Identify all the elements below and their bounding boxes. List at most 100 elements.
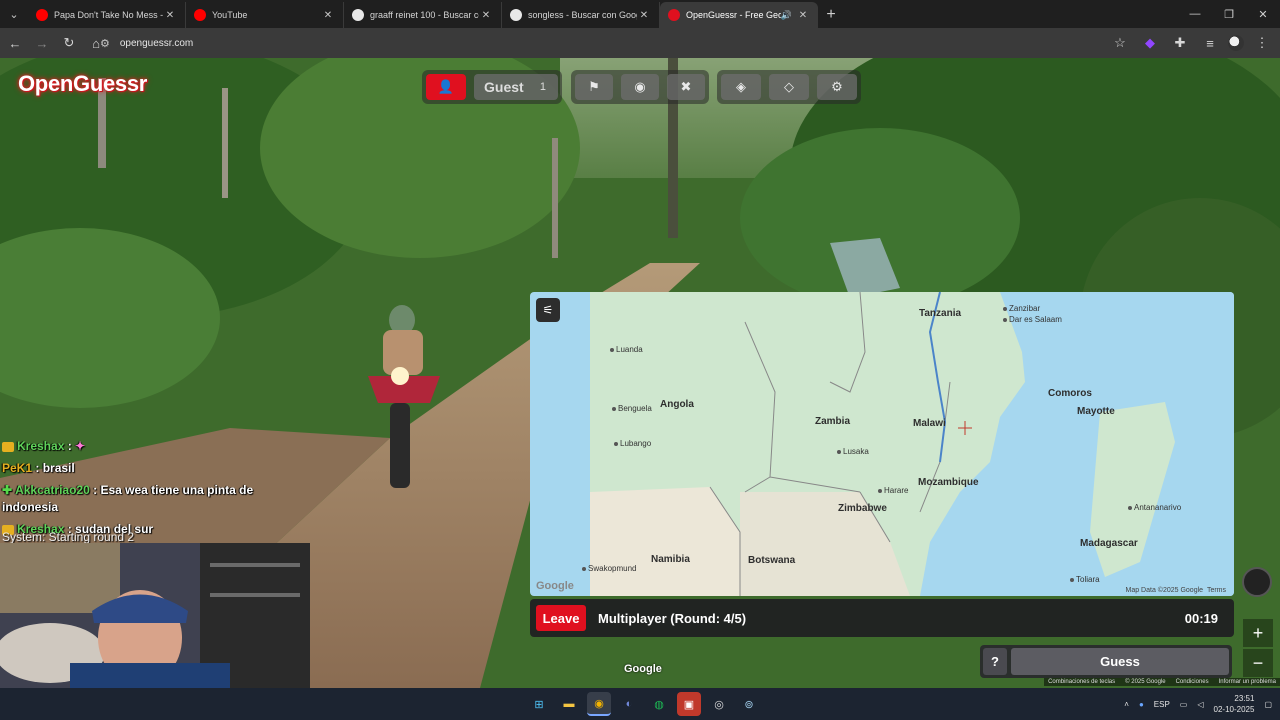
- map-filter-icon[interactable]: ⚟: [536, 298, 560, 322]
- discord-icon[interactable]: ◐: [617, 692, 641, 716]
- network-icon[interactable]: ▭: [1180, 700, 1188, 709]
- player-name: Guest: [484, 79, 524, 95]
- map-city-label: Zanzibar: [1003, 304, 1040, 313]
- tab-youtube[interactable]: YouTube ✕: [186, 2, 344, 28]
- speaker-icon[interactable]: 🔊: [781, 10, 792, 21]
- layers-icon[interactable]: ◈: [721, 74, 761, 100]
- obs-icon[interactable]: ◎: [707, 692, 731, 716]
- chat-message: PeK1 : brasil: [2, 461, 75, 475]
- player-guest-chip[interactable]: Guest 1: [474, 74, 558, 100]
- reload-icon[interactable]: ↻: [57, 31, 81, 55]
- screen: ⌄ Papa Don't Take No Mess - You ✕ YouTub…: [0, 0, 1280, 720]
- map-country-label: Malawi: [913, 418, 946, 429]
- stream-chat: Kreshax : ✦ PeK1 : brasil ✚ Akkcatriao20 …: [2, 438, 282, 543]
- player-controls: 👤 Guest 1: [422, 70, 562, 104]
- openguessr-logo[interactable]: OpenGuessr: [18, 71, 147, 97]
- file-explorer-icon[interactable]: ▬: [557, 692, 581, 716]
- twitch-extension-icon[interactable]: ◆: [1138, 31, 1162, 55]
- tab-title: YouTube: [212, 10, 248, 20]
- guess-map[interactable]: ⚟ Tanzania Angola Zambia Malawi Comoros …: [530, 292, 1234, 596]
- help-button[interactable]: ?: [983, 648, 1007, 675]
- clock-date: 02-10-2025: [1213, 705, 1255, 714]
- map-attribution: Map Data ©2025 Google Terms: [1125, 587, 1227, 594]
- bookmark-star-icon[interactable]: ☆: [1108, 31, 1132, 55]
- feather-emote-icon: ✦: [75, 439, 86, 453]
- stream-app-icon[interactable]: ▣: [677, 692, 701, 716]
- profile-avatar[interactable]: [1228, 35, 1244, 51]
- map-country-label: Namibia: [651, 554, 690, 565]
- close-icon[interactable]: ✕: [637, 10, 651, 21]
- tab-songless[interactable]: songless - Buscar con Google ✕: [502, 2, 660, 28]
- close-window-icon[interactable]: ✕: [1246, 0, 1280, 28]
- spotify-icon[interactable]: ◍: [647, 692, 671, 716]
- plus-badge-icon: ✚: [2, 483, 13, 497]
- view-controls: ◈ ◇ ⚙: [717, 70, 861, 104]
- toolbar-actions: ☆ ◆ ✚ ≡ ⋮: [1108, 31, 1274, 55]
- compass-icon[interactable]: [1242, 567, 1272, 597]
- map-terms-link[interactable]: Terms: [1207, 587, 1226, 594]
- tab-papa-dont-take-no-mess[interactable]: Papa Don't Take No Mess - You ✕: [28, 2, 186, 28]
- zoom-out-icon[interactable]: −: [1243, 649, 1273, 677]
- keyboard-shortcuts-link[interactable]: Combinaciones de teclas: [1048, 679, 1115, 685]
- map-country-label: Comoros: [1048, 388, 1092, 399]
- settings-gear-icon[interactable]: ⚙: [817, 74, 857, 100]
- browser-toolbar: ← → ↻ ⌂ ⚙ openguessr.com ☆ ◆ ✚ ≡ ⋮: [0, 28, 1280, 58]
- google-streetview-logo: Google: [624, 663, 662, 675]
- steam-icon[interactable]: ⊚: [737, 692, 761, 716]
- volume-icon[interactable]: ◁: [1197, 700, 1203, 709]
- leave-button[interactable]: Leave: [536, 605, 586, 631]
- tray-overflow-icon[interactable]: ˄: [1124, 700, 1129, 709]
- new-tab-button[interactable]: +: [818, 2, 844, 28]
- system-message: System: Starting round 2: [2, 530, 135, 544]
- extensions-puzzle-icon[interactable]: ✚: [1168, 31, 1192, 55]
- system-tray: ˄ ● ESP ▭ ◁ 23:51 02-10-2025 ▢: [1124, 688, 1272, 720]
- close-icon[interactable]: ✕: [479, 10, 493, 21]
- windows-start-icon[interactable]: ⊞: [527, 692, 551, 716]
- terms-link[interactable]: Condiciones: [1176, 679, 1209, 685]
- forward-arrow-icon[interactable]: →: [30, 31, 54, 55]
- tab-title: songless - Buscar con Google: [528, 10, 637, 20]
- reading-list-icon[interactable]: ≡: [1198, 31, 1222, 55]
- chrome-icon[interactable]: ◉: [587, 692, 611, 716]
- copyright-text: © 2025 Google: [1125, 679, 1166, 685]
- map-country-label: Botswana: [748, 555, 796, 566]
- car-icon[interactable]: ◉: [621, 74, 659, 100]
- crown-badge-icon: [2, 441, 14, 452]
- map-city-label: Antananarivo: [1128, 503, 1181, 512]
- tab-graaff-reinet[interactable]: graaff reinet 100 - Buscar con G ✕: [344, 2, 502, 28]
- map-country-label: Tanzania: [919, 308, 962, 319]
- mic-icon[interactable]: ●: [1139, 700, 1144, 709]
- add-user-icon[interactable]: 👤: [426, 74, 466, 100]
- language-indicator[interactable]: ESP: [1154, 700, 1170, 709]
- no-move-icon[interactable]: ✖: [667, 74, 705, 100]
- map-city-label: Dar es Salaam: [1003, 315, 1062, 324]
- zoom-in-icon[interactable]: +: [1243, 619, 1273, 647]
- map-country-label: Zambia: [815, 416, 851, 427]
- map-city-label: Lubango: [614, 439, 651, 448]
- site-settings-icon[interactable]: ⚙: [100, 37, 110, 50]
- guess-button[interactable]: Guess: [1011, 648, 1229, 675]
- taskbar-clock[interactable]: 23:51 02-10-2025: [1214, 693, 1255, 715]
- close-icon[interactable]: ✕: [796, 10, 810, 21]
- minimize-icon[interactable]: —: [1178, 0, 1212, 28]
- back-arrow-icon[interactable]: ←: [3, 31, 27, 55]
- round-label: Multiplayer (Round: 4/5): [598, 610, 747, 626]
- youtube-icon: [194, 9, 206, 21]
- close-icon[interactable]: ✕: [321, 10, 335, 21]
- close-icon[interactable]: ✕: [163, 10, 177, 21]
- url-text: openguessr.com: [119, 37, 194, 49]
- flag-person-icon[interactable]: ⚑: [575, 74, 613, 100]
- round-timer: 00:19: [1184, 610, 1218, 626]
- street-view-panorama[interactable]: OpenGuessr 👤 Guest 1 ⚑ ◉ ✖ ◈ ◇ ⚙ Kreshax…: [0, 58, 1280, 688]
- notifications-icon[interactable]: ▢: [1264, 700, 1272, 709]
- tab-title: Papa Don't Take No Mess - You: [54, 10, 163, 20]
- tab-openguessr[interactable]: OpenGuessr - Free GeoGue 🔊 ✕: [660, 2, 818, 28]
- menu-kebab-icon[interactable]: ⋮: [1250, 31, 1274, 55]
- tab-search-chevron-icon[interactable]: ⌄: [0, 0, 28, 28]
- address-bar[interactable]: ⚙ openguessr.com: [100, 31, 1140, 55]
- report-problem-link[interactable]: Informar un problema: [1219, 679, 1276, 685]
- restore-icon[interactable]: ❐: [1212, 0, 1246, 28]
- layers-alt-icon[interactable]: ◇: [769, 74, 809, 100]
- taskbar-apps: ⊞ ▬ ◉ ◐ ◍ ▣ ◎ ⊚: [527, 692, 761, 716]
- round-status-bar: Leave Multiplayer (Round: 4/5) 00:19: [530, 599, 1234, 637]
